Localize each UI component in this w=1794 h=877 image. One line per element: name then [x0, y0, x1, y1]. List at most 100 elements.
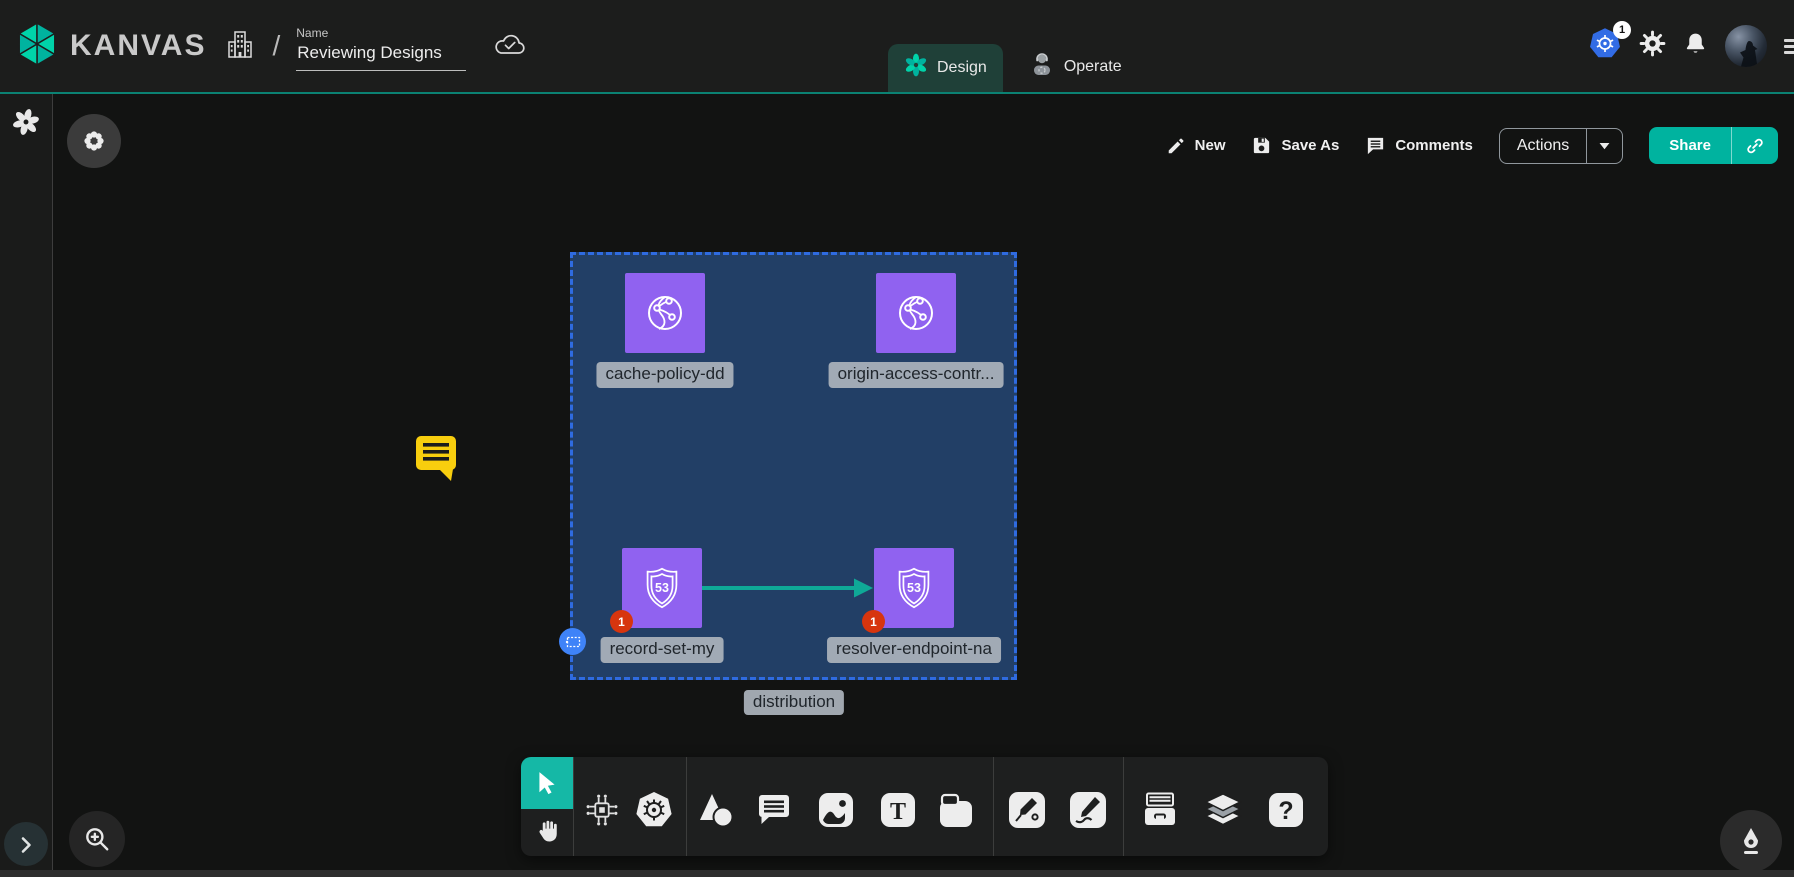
comment-tool-button[interactable] [752, 788, 796, 832]
note-tool-button[interactable] [934, 788, 978, 832]
zoom-in-magnifier-icon [83, 825, 111, 853]
kubernetes-helm-icon [634, 791, 674, 829]
pan-tool-button[interactable] [533, 817, 563, 847]
node-issue-badge[interactable]: 1 [610, 610, 633, 633]
caret-down-icon [1599, 142, 1610, 150]
comment-bubble-icon [754, 790, 794, 830]
kanvas-logo[interactable]: KANVAS [14, 21, 206, 72]
svg-text:53: 53 [655, 581, 669, 595]
selected-group-distribution[interactable]: cache-policy-dd [570, 252, 1017, 680]
kubernetes-context-badge: 1 [1613, 21, 1631, 39]
help-tool-button[interactable]: ? [1264, 788, 1308, 832]
image-tool-button[interactable] [814, 788, 858, 832]
node-label: resolver-endpoint-na [827, 637, 1001, 663]
comments-button-label: Comments [1395, 137, 1473, 154]
overflow-menu-icon[interactable] [1784, 39, 1794, 54]
extensions-flower-button[interactable] [67, 114, 121, 168]
save-as-button[interactable]: Save As [1251, 135, 1339, 156]
route53-shield-icon: 53 [637, 563, 687, 613]
node-label: cache-policy-dd [596, 362, 733, 388]
svg-text:T: T [890, 799, 906, 825]
chip-circuit-icon [583, 791, 621, 829]
design-name-field: Name [296, 26, 466, 71]
node-issue-badge[interactable]: 1 [862, 610, 885, 633]
drawer-tool-button[interactable] [1138, 788, 1182, 832]
actions-dropdown-label: Actions [1500, 129, 1586, 163]
share-button-label: Share [1649, 127, 1731, 164]
kubernetes-context-icon[interactable]: 1 [1588, 27, 1622, 65]
chevron-right-icon [14, 832, 38, 856]
meshery-spiral-icon[interactable] [12, 108, 40, 141]
pencil-icon [1166, 136, 1186, 156]
actions-dropdown-caret[interactable] [1586, 129, 1622, 163]
share-button[interactable]: Share [1649, 127, 1778, 164]
comments-button[interactable]: Comments [1365, 135, 1473, 156]
save-as-button-label: Save As [1281, 137, 1339, 154]
save-status-cloud-icon [492, 31, 528, 63]
group-selection-handle[interactable] [559, 628, 586, 655]
app-header: KANVAS / [0, 0, 1794, 94]
copy-link-segment[interactable] [1731, 127, 1778, 164]
tab-design[interactable]: Design [888, 44, 1003, 92]
sketch-tool-button[interactable] [1066, 788, 1110, 832]
cloudfront-globe-icon [639, 287, 691, 339]
zoom-in-button[interactable] [69, 811, 125, 867]
layers-icon [1203, 792, 1243, 828]
tab-operate[interactable]: Operate [1013, 42, 1138, 92]
tab-operate-label: Operate [1064, 58, 1122, 76]
node-record-set[interactable]: 53 1 record-set-my [622, 548, 702, 628]
notifications-bell-icon[interactable] [1683, 31, 1708, 61]
tool-dock: T [521, 757, 1328, 856]
node-label: record-set-my [601, 637, 724, 663]
shapes-tool-button[interactable] [694, 788, 738, 832]
kanvas-logo-icon [14, 21, 60, 72]
user-avatar[interactable] [1725, 25, 1767, 67]
design-canvas[interactable]: New Save As [54, 94, 1794, 870]
select-tool-button[interactable] [521, 757, 573, 809]
breadcrumb-separator: / [272, 30, 280, 62]
cloudfront-globe-icon [890, 287, 942, 339]
design-spiral-icon [904, 53, 928, 82]
pen-nib-icon [1735, 825, 1767, 857]
hand-icon [534, 817, 562, 845]
node-resolver-endpoint[interactable]: 53 1 resolver-endpoint-na [874, 548, 954, 628]
kanvas-logo-text: KANVAS [70, 29, 206, 63]
tab-design-label: Design [937, 59, 987, 77]
design-name-label: Name [296, 26, 466, 40]
design-name-input[interactable] [296, 43, 466, 71]
expand-sidebar-button[interactable] [4, 822, 48, 866]
pencil-scribble-icon [1068, 790, 1108, 830]
route53-shield-icon: 53 [889, 563, 939, 613]
link-icon [1745, 136, 1765, 156]
svg-text:?: ? [1278, 797, 1293, 825]
organization-icon[interactable] [226, 29, 254, 64]
kubernetes-tool-button[interactable] [632, 788, 676, 832]
svg-text:53: 53 [907, 581, 921, 595]
yellow-comment-icon [415, 435, 457, 481]
node-origin-access-control[interactable]: origin-access-contr... [876, 273, 956, 353]
mode-tabs: Design Operate [888, 42, 1138, 92]
text-tool-button[interactable]: T [876, 788, 920, 832]
group-label-distribution[interactable]: distribution [744, 692, 844, 712]
settings-gear-icon[interactable] [1639, 30, 1666, 62]
floppy-save-icon [1251, 135, 1272, 156]
shapes-icon [696, 790, 736, 830]
node-label: origin-access-contr... [829, 362, 1004, 388]
new-button[interactable]: New [1166, 136, 1226, 156]
pen-tool-button[interactable] [1005, 788, 1049, 832]
dashed-rect-icon [565, 636, 581, 648]
kanvas-app: KANVAS / [0, 0, 1794, 877]
workspace: New Save As [0, 94, 1794, 870]
design-pen-button[interactable] [1720, 810, 1782, 872]
pen-bezier-icon [1007, 790, 1047, 830]
node-cache-policy[interactable]: cache-policy-dd [625, 273, 705, 353]
bottom-strip [0, 870, 1794, 877]
text-T-icon: T [878, 790, 918, 830]
drawer-archive-icon [1140, 791, 1180, 829]
note-card-icon [937, 791, 975, 829]
actions-dropdown[interactable]: Actions [1499, 128, 1623, 164]
layers-tool-button[interactable] [1201, 788, 1245, 832]
new-button-label: New [1195, 137, 1226, 154]
canvas-comment-pin[interactable] [415, 435, 457, 486]
infrastructure-tool-button[interactable] [580, 788, 624, 832]
